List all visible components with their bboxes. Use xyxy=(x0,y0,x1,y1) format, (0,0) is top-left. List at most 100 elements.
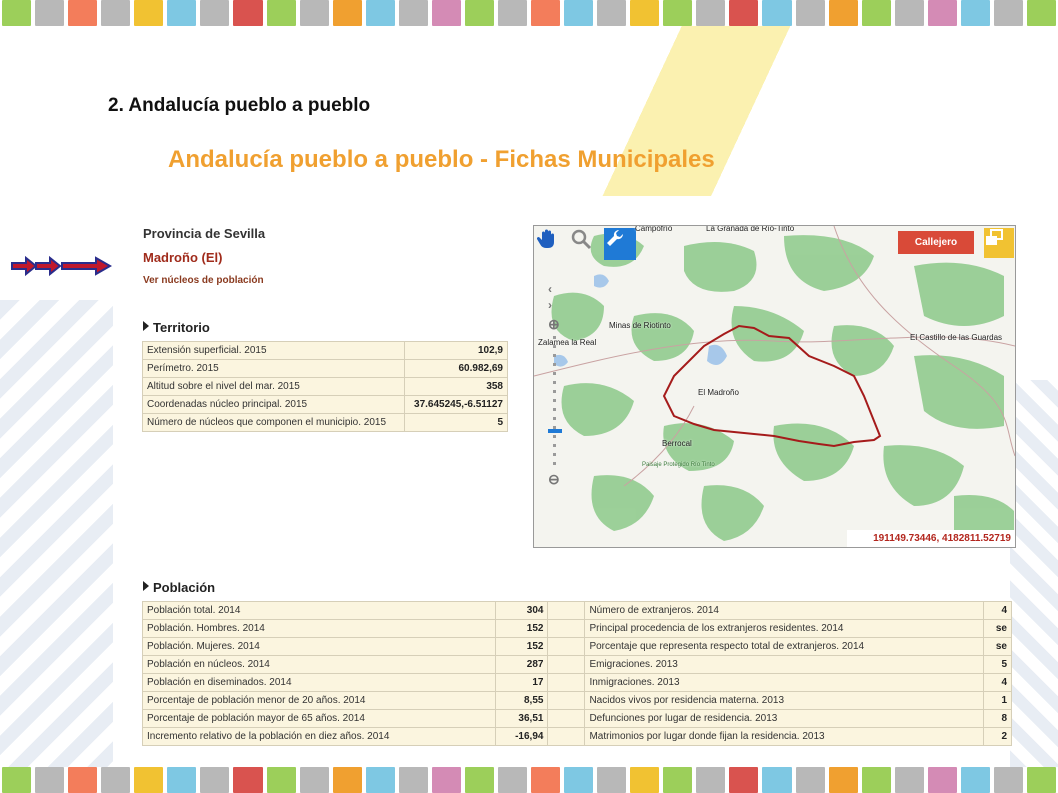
stripe-segment xyxy=(200,0,230,26)
stripe-segment xyxy=(233,0,263,26)
row-value: 5 xyxy=(403,413,509,432)
stripe-segment xyxy=(630,0,660,26)
province-title: Provincia de Sevilla xyxy=(143,226,266,241)
map-place-label: Paisaje Protegido Río Tinto xyxy=(642,462,715,468)
poblacion-heading[interactable]: Población xyxy=(143,580,215,595)
gap-cell xyxy=(547,655,586,674)
stripe-segment xyxy=(266,0,296,26)
stripe-segment xyxy=(1026,767,1056,793)
gap-cell xyxy=(547,601,586,620)
table-row: Población total. 2014 304 Número de extran… xyxy=(142,601,1013,620)
stripe-segment xyxy=(1026,0,1056,26)
stripe-segment xyxy=(927,0,957,26)
map-coordinates-readout: 191149.73446, 4182811.52719 xyxy=(847,530,1015,547)
row-label: Incremento relativo de la población en d… xyxy=(142,727,496,746)
gap-cell xyxy=(547,637,586,656)
table-row: Población. Hombres. 2014 152 Principal pro… xyxy=(142,619,1013,638)
map-place-label: Berrocal xyxy=(662,439,692,448)
row-value: 102,9 xyxy=(403,341,509,360)
row-value: se xyxy=(982,637,1013,656)
pan-tool-button[interactable] xyxy=(536,228,568,260)
stripe-segment xyxy=(729,767,759,793)
stripe-segment xyxy=(2,0,32,26)
gap-cell xyxy=(547,673,586,692)
zoom-tool-button[interactable] xyxy=(570,228,602,260)
section-title: 2. Andalucía pueblo a pueblo xyxy=(108,95,371,116)
table-row: Perímetro. 2015 60.982,69 xyxy=(142,359,509,378)
stripe-segment xyxy=(464,0,494,26)
row-label: Número de núcleos que componen el munici… xyxy=(142,413,405,432)
row-label: Inmigraciones. 2013 xyxy=(584,673,984,692)
stripe-segment xyxy=(431,0,461,26)
row-value: 358 xyxy=(403,377,509,396)
row-label: Extensión superficial. 2015 xyxy=(142,341,405,360)
stripe-segment xyxy=(332,0,362,26)
stripe-segment xyxy=(927,767,957,793)
row-value: 287 xyxy=(494,655,549,674)
decorative-maze-right xyxy=(1010,380,1058,767)
stripe-segment xyxy=(828,767,858,793)
stripe-segment xyxy=(564,0,594,26)
stripe-segment xyxy=(365,767,395,793)
stripe-segment xyxy=(2,767,32,793)
table-row: Población en diseminados. 2014 17 Inmigrac… xyxy=(142,673,1013,692)
poblacion-heading-label: Población xyxy=(153,580,216,595)
table-row: Porcentaje de población menor de 20 años… xyxy=(142,691,1013,710)
table-row: Población en núcleos. 2014 287 Emigracione… xyxy=(142,655,1013,674)
row-value: 60.982,69 xyxy=(403,359,509,378)
callejero-button[interactable]: Callejero xyxy=(898,231,974,254)
table-row: Incremento relativo de la población en d… xyxy=(142,727,1013,746)
stripe-segment xyxy=(35,0,65,26)
map-viewer[interactable]: Callejero ‹ › ⊕ ⊖ Campofrío La Granada d… xyxy=(533,225,1016,548)
territorio-table: Extensión superficial. 2015 102,9 Perímet… xyxy=(142,341,509,432)
stripe-segment xyxy=(200,767,230,793)
stripe-segment xyxy=(960,0,990,26)
zoom-slider-handle[interactable] xyxy=(548,429,562,433)
poblacion-table: Población total. 2014 304 Número de extran… xyxy=(142,601,1013,746)
pan-down-icon[interactable]: › xyxy=(548,298,552,312)
stripe-segment xyxy=(762,0,792,26)
expand-triangle-icon xyxy=(143,321,149,331)
stripe-segment xyxy=(332,767,362,793)
zoom-slider[interactable] xyxy=(553,336,556,466)
stripe-segment xyxy=(597,767,627,793)
territorio-heading[interactable]: Territorio xyxy=(143,320,210,335)
stripe-segment xyxy=(993,767,1023,793)
row-value: 8 xyxy=(982,709,1013,728)
stripe-segment xyxy=(497,0,527,26)
zoom-out-icon[interactable]: ⊖ xyxy=(548,471,560,488)
map-place-label: El Madroño xyxy=(698,388,739,397)
table-row: Porcentaje de población mayor de 65 años… xyxy=(142,709,1013,728)
map-place-label: La Granada de Río-Tinto xyxy=(706,225,795,233)
map-canvas[interactable] xyxy=(534,226,1015,547)
layers-button[interactable] xyxy=(984,228,1014,258)
zoom-in-icon[interactable]: ⊕ xyxy=(548,316,560,333)
nucleos-link[interactable]: Ver núcleos de población xyxy=(143,275,264,286)
pan-up-icon[interactable]: ‹ xyxy=(548,282,552,296)
row-value: 1 xyxy=(982,691,1013,710)
row-value: 152 xyxy=(494,619,549,638)
stripe-segment xyxy=(762,767,792,793)
stripe-segment xyxy=(167,0,197,26)
row-label: Población en diseminados. 2014 xyxy=(142,673,496,692)
stripe-segment xyxy=(299,0,329,26)
stripe-segment xyxy=(68,0,98,26)
tools-button[interactable] xyxy=(604,228,636,260)
stripe-segment xyxy=(398,767,428,793)
stripe-segment xyxy=(894,767,924,793)
row-label: Principal procedencia de los extranjeros… xyxy=(584,619,984,638)
stripe-segment xyxy=(861,0,891,26)
stripe-segment xyxy=(894,0,924,26)
row-value: 17 xyxy=(494,673,549,692)
stripe-segment xyxy=(795,0,825,26)
stripe-segment xyxy=(861,767,891,793)
map-place-label: Campofrío xyxy=(635,225,673,233)
row-value: 304 xyxy=(494,601,549,620)
stripe-segment xyxy=(597,0,627,26)
row-label: Emigraciones. 2013 xyxy=(584,655,984,674)
stripe-segment xyxy=(729,0,759,26)
row-label: Población. Mujeres. 2014 xyxy=(142,637,496,656)
row-label: Porcentaje de población menor de 20 años… xyxy=(142,691,496,710)
row-value: 2 xyxy=(982,727,1013,746)
map-place-label: Minas de Riotinto xyxy=(609,321,671,330)
